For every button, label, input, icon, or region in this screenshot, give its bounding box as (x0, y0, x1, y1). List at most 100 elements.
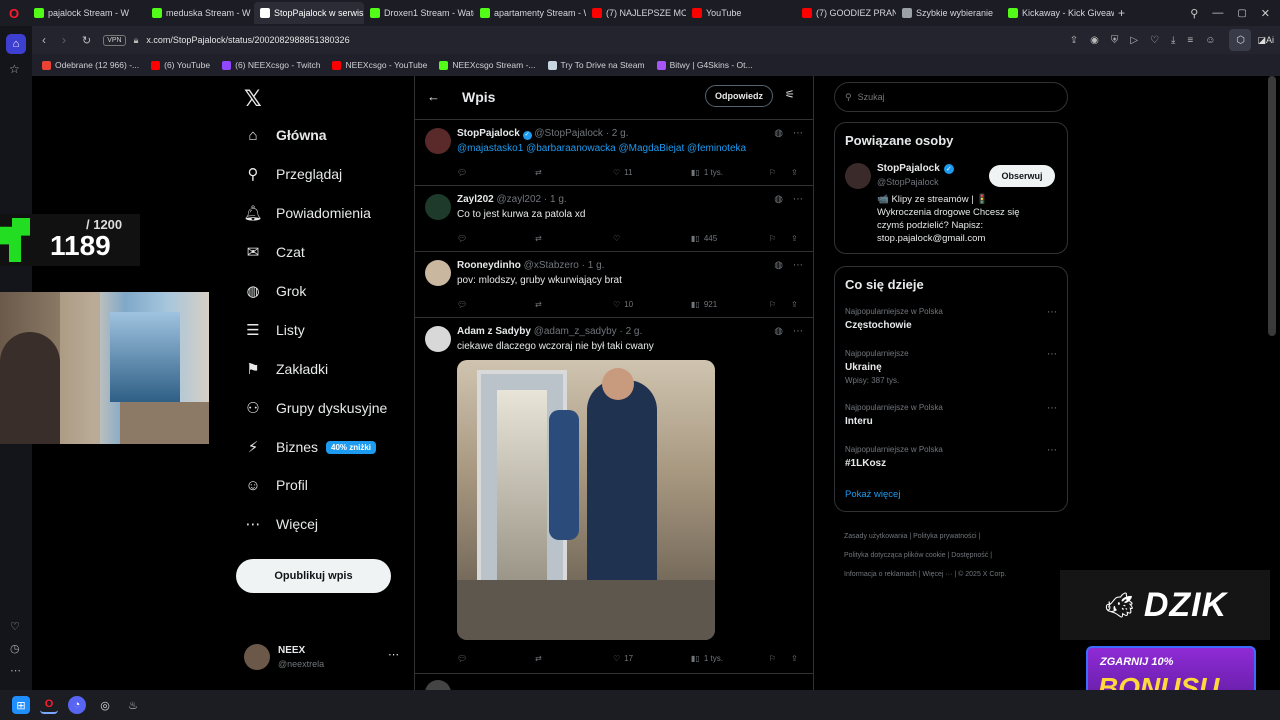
account-icon[interactable]: ☺ (1205, 35, 1215, 46)
nav-item-list[interactable]: ☰ Listy (244, 321, 305, 339)
minimize-icon[interactable]: — (1212, 7, 1223, 19)
back-icon[interactable]: ‹ (42, 33, 46, 47)
bookmark-tweet-icon[interactable]: ⚐ (769, 654, 776, 663)
tweet[interactable]: StopPajalock ✓ @StopPajalock · 2 g. ◍ ⋯ @ma… (415, 120, 813, 186)
tweet-time[interactable]: · 1 g. (582, 260, 605, 271)
trend-item[interactable]: Najpopularniejsze w Polska Częstochowie ⋯ (845, 307, 1057, 331)
trend-item[interactable]: Najpopularniejsze Ukrainę Wpisy: 387 tys. ⋯ (845, 349, 1057, 385)
url-text[interactable]: x.com/StopPajalock/status/20020829888513… (146, 35, 349, 45)
nav-item-person[interactable]: ☺ Profil (244, 476, 308, 494)
close-window-icon[interactable]: ✕ (1261, 7, 1270, 20)
browser-tab[interactable]: pajalock Stream - W (28, 2, 146, 24)
bookmark-item[interactable]: Try To Drive na Steam (547, 60, 645, 70)
maximize-icon[interactable]: ▢ (1237, 8, 1246, 19)
discord-taskbar-icon[interactable]: ◔ (68, 696, 86, 714)
camera-icon[interactable]: ◉ (1090, 35, 1099, 46)
account-switcher[interactable]: NEEX @neextrela ⋯ (244, 642, 404, 672)
tweet[interactable]: Rooneydinho @xStabzero · 1 g. ◍ ⋯ pov: mlod… (415, 252, 813, 318)
footer-link[interactable]: Dostępność (951, 552, 988, 559)
tweet-author[interactable]: Adam z Sadyby (457, 326, 531, 337)
new-tab-icon[interactable]: + (1118, 6, 1125, 20)
follow-button[interactable]: Obserwuj (989, 165, 1055, 187)
footer-link[interactable]: Polityka dotycząca plików cookie (844, 552, 946, 559)
download-icon[interactable]: ⤓ (1171, 35, 1175, 46)
tweet-avatar[interactable] (425, 326, 451, 352)
nav-item-more[interactable]: ⋯ Więcej (244, 515, 319, 533)
reply-icon[interactable]: 💬︎ (457, 300, 467, 309)
nav-item-bookmark[interactable]: ⚑ Zakładki (244, 360, 328, 378)
ai-icon[interactable]: ◪Ai (1257, 35, 1274, 46)
trend-item[interactable]: Najpopularniejsze w Polska Interu ⋯ (845, 403, 1057, 427)
x-logo-icon[interactable]: 𝕏 (244, 86, 262, 112)
nav-item-people[interactable]: ⚇ Grupy dyskusyjne (244, 399, 387, 417)
browser-tab[interactable]: (7) NAJLEPSZE MOMENT (586, 2, 686, 24)
vpn-badge[interactable]: VPN (103, 34, 126, 46)
star-sidebar-icon[interactable]: ☆ (9, 62, 20, 76)
tweet-media-image[interactable] (457, 360, 715, 640)
browser-tab[interactable]: apartamenty Stream - W (474, 2, 586, 24)
trend-item[interactable]: Najpopularniejsze w Polska #1LKosz ⋯ (845, 445, 1057, 469)
share-tweet-icon[interactable]: ⇪ (791, 234, 798, 243)
bookmark-tweet-icon[interactable]: ⚐ (769, 234, 776, 243)
tweet-time[interactable]: · 2 g. (606, 128, 629, 139)
opera-logo-icon[interactable]: O (0, 4, 28, 22)
heart-sidebar-icon[interactable]: ♡ (10, 620, 20, 633)
reply-button[interactable]: Odpowiedz (705, 85, 773, 107)
footer-link[interactable]: Więcej ··· (922, 571, 952, 578)
views-button[interactable]: ▮▯ 1 tys. (691, 654, 723, 663)
tweet[interactable]: Adam z Sadyby @adam_z_sadyby · 2 g. ◍ ⋯ cie… (415, 318, 813, 674)
retweet-icon[interactable]: ⇄ (535, 168, 542, 177)
bookmark-tweet-icon[interactable]: ⚐ (769, 300, 776, 309)
nav-item-search[interactable]: ⚲ Przeglądaj (244, 165, 343, 183)
windows-start-icon[interactable]: ⊞ (12, 696, 30, 714)
tweet-author[interactable]: StopPajalock (457, 128, 520, 139)
tweet-author[interactable]: Rooneydinho (457, 260, 521, 271)
menu-icon[interactable]: ≡ (1187, 35, 1193, 46)
nav-item-mail[interactable]: ✉ Czat (244, 243, 305, 261)
reply-icon[interactable]: 💬︎ (457, 654, 467, 663)
tweet-more-icon[interactable]: ⋯ (793, 326, 803, 337)
browser-tab[interactable]: Kickaway - Kick Giveaw (1002, 2, 1114, 24)
browser-tab[interactable]: Szybkie wybieranie (896, 2, 1002, 24)
trend-more-icon[interactable]: ⋯ (1047, 403, 1057, 414)
views-button[interactable]: ▮▯ 921 (691, 300, 717, 309)
retweet-icon[interactable]: ⇄ (535, 234, 542, 243)
tweet-avatar[interactable] (425, 260, 451, 286)
share-icon[interactable]: ⇪ (1070, 35, 1078, 46)
nav-item-bolt[interactable]: ⚡ Biznes (244, 438, 318, 456)
tweet-handle[interactable]: @xStabzero (524, 260, 579, 271)
tweet-time[interactable]: · 2 g. (619, 326, 642, 337)
footer-link[interactable]: Polityka prywatności (913, 533, 976, 540)
trend-more-icon[interactable]: ⋯ (1047, 307, 1057, 318)
bookmark-item[interactable]: NEEXcsgo - YouTube (332, 60, 427, 70)
bookmark-item[interactable]: Odebrane (12 966) -... (42, 60, 139, 70)
retweet-icon[interactable]: ⇄ (535, 300, 542, 309)
show-more-link[interactable]: Pokaż więcej (845, 489, 900, 500)
home-sidebar-icon[interactable]: ⌂ (6, 34, 26, 54)
trend-more-icon[interactable]: ⋯ (1047, 349, 1057, 360)
like-button[interactable]: ♡ 11 (613, 168, 632, 177)
footer-link[interactable]: Zasady użytkowania (844, 533, 907, 540)
more-sidebar-icon[interactable]: ⋯ (10, 664, 21, 677)
related-name[interactable]: StopPajalock (877, 163, 940, 174)
reply-icon[interactable]: 💬︎ (457, 168, 467, 177)
filter-icon[interactable]: ⚟ (785, 88, 795, 101)
grok-icon[interactable]: ◍ (774, 194, 783, 205)
like-button[interactable]: ♡ 17 (613, 654, 633, 663)
bookmark-item[interactable]: (6) NEEXcsgo - Twitch (222, 60, 320, 70)
grok-icon[interactable]: ◍ (774, 326, 783, 337)
browser-tab[interactable]: YouTube (686, 2, 796, 24)
grok-icon[interactable]: ◍ (774, 128, 783, 139)
tweet-author[interactable]: Zayl202 (457, 194, 494, 205)
browser-tab[interactable]: StopPajalock w serwisie X (254, 2, 364, 24)
forward-icon[interactable]: › (62, 33, 66, 47)
nav-item-home[interactable]: ⌂ Główna (244, 126, 326, 144)
nav-item-grok[interactable]: ◍ Grok (244, 282, 306, 300)
tweet-avatar[interactable] (425, 194, 451, 220)
footer-link[interactable]: Informacja o reklamach (844, 571, 917, 578)
like-button[interactable]: ♡ 10 (613, 300, 633, 309)
opera-taskbar-icon[interactable]: O (40, 696, 58, 714)
browser-tab[interactable]: meduska Stream - W (146, 2, 254, 24)
steam-taskbar-icon[interactable]: ♨ (124, 696, 142, 714)
extension-icon[interactable]: ⬡ (1229, 29, 1252, 51)
